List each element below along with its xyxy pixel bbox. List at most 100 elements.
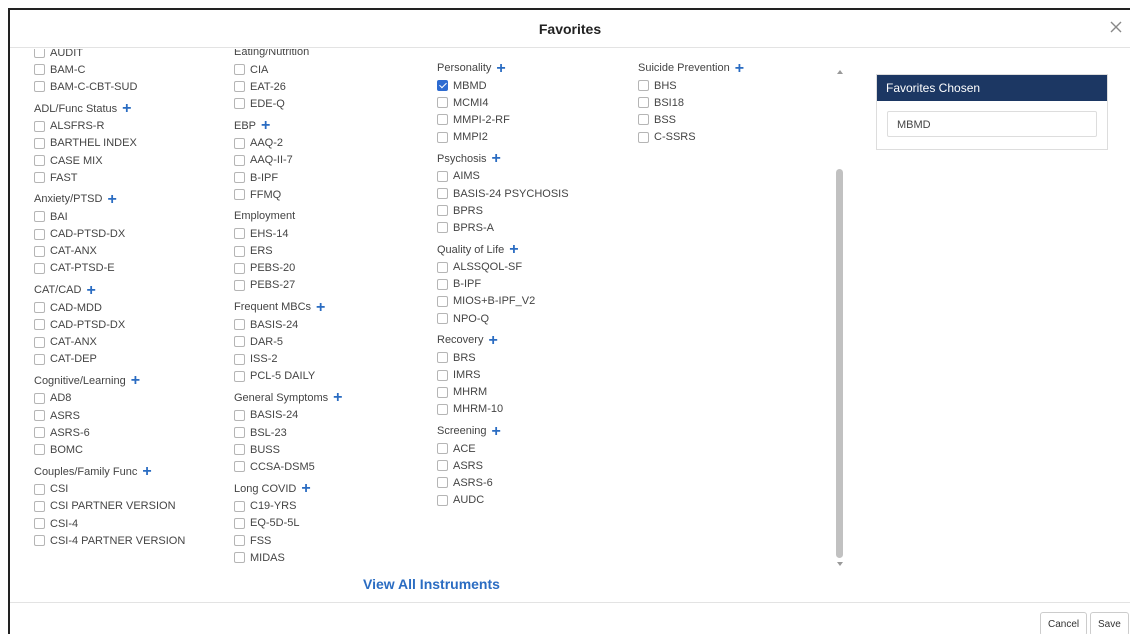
scroll-down-icon[interactable] [837, 562, 843, 566]
instrument-checkbox[interactable] [234, 370, 245, 382]
add-group-icon[interactable]: + [735, 60, 744, 76]
instrument-item[interactable]: BAI [34, 208, 234, 225]
add-group-icon[interactable]: + [492, 151, 501, 167]
list-scrollbar[interactable] [835, 68, 845, 568]
instrument-item[interactable]: CAT-DEP [34, 351, 234, 368]
instrument-checkbox[interactable] [234, 336, 245, 348]
instrument-checkbox[interactable] [437, 114, 448, 126]
instrument-item[interactable]: BSL-23 [234, 424, 434, 441]
instrument-item[interactable]: ALSFRS-R [34, 118, 234, 135]
instrument-item[interactable]: ALSSQOL-SF [437, 259, 637, 276]
instrument-item[interactable]: AAQ-II-7 [234, 152, 434, 169]
instrument-item[interactable]: BSS [638, 111, 838, 128]
instrument-checkbox[interactable] [34, 319, 45, 331]
instrument-item[interactable]: CIA [234, 61, 434, 78]
instrument-checkbox[interactable] [34, 483, 45, 495]
view-all-instruments-link[interactable]: View All Instruments [363, 576, 500, 592]
instrument-item[interactable]: C19-YRS [234, 498, 434, 515]
instrument-checkbox[interactable] [234, 427, 245, 439]
instrument-checkbox[interactable] [234, 552, 245, 564]
instrument-item[interactable]: BARTHEL INDEX [34, 135, 234, 152]
add-group-icon[interactable]: + [142, 464, 151, 480]
instrument-checkbox[interactable] [437, 80, 448, 92]
instrument-checkbox[interactable] [34, 172, 45, 184]
instrument-checkbox[interactable] [34, 228, 45, 240]
instrument-checkbox[interactable] [34, 81, 45, 93]
instrument-checkbox[interactable] [437, 131, 448, 143]
instrument-checkbox[interactable] [34, 120, 45, 132]
instrument-item[interactable]: CAT-ANX [34, 243, 234, 260]
instrument-checkbox[interactable] [437, 295, 448, 307]
instrument-checkbox[interactable] [638, 97, 649, 109]
instrument-item[interactable]: MIDAS [234, 549, 434, 566]
scrollbar-thumb[interactable] [836, 169, 843, 558]
instrument-item[interactable]: BUSS [234, 441, 434, 458]
instrument-checkbox[interactable] [234, 517, 245, 529]
instrument-checkbox[interactable] [437, 278, 448, 290]
instrument-checkbox[interactable] [234, 409, 245, 421]
instrument-item[interactable]: BAM-C-CBT-SUD [34, 78, 234, 95]
instrument-checkbox[interactable] [437, 403, 448, 415]
instrument-checkbox[interactable] [34, 49, 45, 59]
instrument-item[interactable]: MBMD [437, 77, 637, 94]
instrument-checkbox[interactable] [234, 535, 245, 547]
instrument-checkbox[interactable] [437, 205, 448, 217]
instrument-checkbox[interactable] [34, 302, 45, 314]
instrument-item[interactable]: AAQ-2 [234, 135, 434, 152]
instrument-item[interactable]: CAD-PTSD-DX [34, 226, 234, 243]
add-group-icon[interactable]: + [131, 373, 140, 389]
instrument-checkbox[interactable] [234, 279, 245, 291]
instrument-checkbox[interactable] [234, 154, 245, 166]
instrument-item[interactable]: PEBS-27 [234, 277, 434, 294]
instrument-checkbox[interactable] [234, 189, 245, 201]
instrument-checkbox[interactable] [34, 211, 45, 223]
instrument-item[interactable]: B-IPF [437, 276, 637, 293]
instrument-item[interactable]: MHRM [437, 384, 637, 401]
instrument-checkbox[interactable] [234, 500, 245, 512]
add-group-icon[interactable]: + [488, 332, 497, 348]
instrument-item[interactable]: CCSA-DSM5 [234, 458, 434, 475]
instrument-item[interactable]: CSI [34, 481, 234, 498]
instrument-checkbox[interactable] [437, 170, 448, 182]
instrument-checkbox[interactable] [34, 518, 45, 530]
instrument-checkbox[interactable] [34, 444, 45, 456]
add-group-icon[interactable]: + [301, 481, 310, 497]
cancel-button[interactable]: Cancel [1040, 612, 1088, 634]
instrument-checkbox[interactable] [437, 352, 448, 364]
instrument-item[interactable]: BOMC [34, 441, 234, 458]
instrument-item[interactable]: BASIS-24 PSYCHOSIS [437, 185, 637, 202]
instrument-checkbox[interactable] [437, 443, 448, 455]
instrument-item[interactable]: BHS [638, 77, 838, 94]
instrument-item[interactable]: CAT-PTSD-E [34, 260, 234, 277]
instrument-item[interactable]: DAR-5 [234, 333, 434, 350]
save-button[interactable]: Save [1090, 612, 1129, 634]
instrument-item[interactable]: EDE-Q [234, 95, 434, 112]
add-group-icon[interactable]: + [509, 242, 518, 258]
instrument-checkbox[interactable] [234, 353, 245, 365]
instrument-item[interactable]: MHRM-10 [437, 401, 637, 418]
instrument-item[interactable]: MIOS+B-IPF_V2 [437, 293, 637, 310]
instrument-checkbox[interactable] [638, 114, 649, 126]
instrument-item[interactable]: CSI PARTNER VERSION [34, 498, 234, 515]
instrument-checkbox[interactable] [437, 261, 448, 273]
instrument-checkbox[interactable] [34, 336, 45, 348]
instrument-item[interactable]: EAT-26 [234, 78, 434, 95]
instrument-checkbox[interactable] [234, 64, 245, 76]
instrument-checkbox[interactable] [34, 137, 45, 149]
instrument-checkbox[interactable] [34, 64, 45, 76]
instrument-item[interactable]: BPRS [437, 202, 637, 219]
instrument-item[interactable]: B-IPF [234, 169, 434, 186]
instrument-item[interactable]: ASRS [34, 407, 234, 424]
instrument-checkbox[interactable] [638, 80, 649, 92]
instrument-checkbox[interactable] [34, 155, 45, 167]
instrument-item[interactable]: FAST [34, 169, 234, 186]
instrument-item[interactable]: BPRS-A [437, 219, 637, 236]
instrument-checkbox[interactable] [34, 427, 45, 439]
instrument-checkbox[interactable] [437, 222, 448, 234]
instrument-checkbox[interactable] [437, 386, 448, 398]
instrument-item[interactable]: ACE [437, 440, 637, 457]
add-group-icon[interactable]: + [86, 282, 95, 298]
instrument-checkbox[interactable] [437, 97, 448, 109]
instrument-checkbox[interactable] [34, 262, 45, 274]
instrument-item[interactable]: CASE MIX [34, 152, 234, 169]
